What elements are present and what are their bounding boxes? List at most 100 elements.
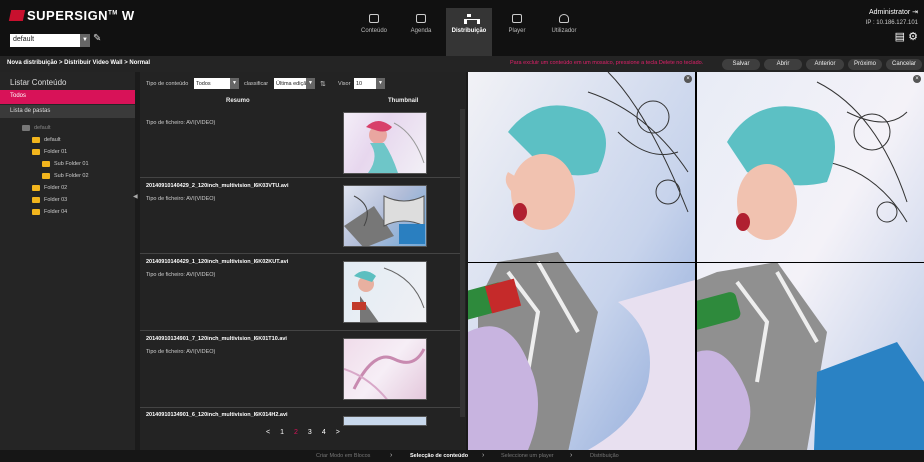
content-sidebar: Listar Conteúdo Todos Lista de pastas de… — [0, 72, 135, 450]
tree-item-subfolder01[interactable]: Sub Folder 01 — [42, 159, 89, 168]
thumbnail-art — [352, 267, 425, 322]
folder-icon — [32, 148, 40, 155]
thumbnail-art — [366, 121, 425, 173]
folder-open-icon — [22, 124, 30, 131]
user-info: Administrator ⇥ IP : 10.186.127.101 ▤ ⚙ — [866, 8, 918, 43]
wall-tile-1[interactable]: × — [468, 72, 695, 450]
page-next[interactable]: > — [336, 429, 340, 436]
group-select[interactable]: default — [10, 34, 90, 47]
collapse-arrow-icon[interactable]: ◀ — [133, 193, 138, 203]
step-select-content: Selecção de conteúdo — [410, 453, 469, 459]
step-create-tile: Criar Modo em Blocos — [316, 453, 371, 459]
nav-user-label: Utilizador — [551, 28, 577, 34]
chevron-right-icon: › — [570, 452, 573, 459]
tree-item-subfolder02[interactable]: Sub Folder 02 — [42, 171, 89, 180]
document-icon[interactable]: ▤ — [895, 31, 905, 43]
tree-item-folder02[interactable]: Folder 02 — [32, 183, 67, 192]
tree-root[interactable]: default — [22, 123, 51, 132]
nav-content[interactable]: Conteúdo — [352, 8, 396, 48]
file-type: Tipo de ficheiro: AVI(VIDEO) — [146, 120, 216, 126]
folder-icon — [32, 136, 40, 143]
file-type: Tipo de ficheiro: AVI(VIDEO) — [146, 196, 216, 202]
tree-label: Sub Folder 01 — [54, 160, 89, 167]
tab-folder-list[interactable]: Lista de pastas — [0, 105, 135, 118]
list-item[interactable]: 20140910140429_1_120inch_multivision_I6K… — [140, 255, 460, 331]
nav-user[interactable]: Utilizador — [542, 8, 586, 48]
step-select-player: Seleccione um player — [501, 453, 554, 459]
list-header: Resumo Thumbnail — [140, 98, 466, 108]
user-icon — [559, 14, 569, 23]
folder-icon — [32, 196, 40, 203]
nav-distribution[interactable]: Distribuição — [446, 8, 492, 56]
tree-item-folder01[interactable]: Folder 01 — [32, 147, 67, 156]
thumbnail-art — [344, 195, 425, 246]
tree-label: default — [44, 136, 61, 143]
sidebar-title: Listar Conteúdo — [10, 78, 67, 87]
video-thumbnail — [343, 185, 427, 247]
save-button[interactable]: Salvar — [722, 59, 760, 70]
folder-icon — [42, 172, 50, 179]
page-4[interactable]: 4 — [322, 429, 326, 436]
page-3[interactable]: 3 — [308, 429, 312, 436]
next-button[interactable]: Próximo — [848, 59, 882, 70]
nav-player[interactable]: Player — [495, 8, 539, 48]
cancel-button[interactable]: Cancelar — [886, 59, 922, 70]
tree-label: default — [34, 124, 51, 131]
logo-suffix: W — [121, 8, 135, 23]
player-icon — [512, 14, 522, 23]
close-icon[interactable]: × — [684, 75, 692, 83]
page-1[interactable]: 1 — [280, 429, 284, 436]
sort-select[interactable]: Última ediçã — [274, 78, 306, 89]
gear-icon[interactable]: ⚙ — [908, 31, 918, 43]
sort-order-icon[interactable]: ⇅ — [320, 80, 326, 88]
chevron-down-icon[interactable]: ▼ — [376, 78, 385, 89]
nav-agenda[interactable]: Agenda — [399, 8, 443, 48]
file-name: 20140910140429_2_120inch_multivision_I6K… — [146, 183, 289, 189]
list-scrollbar[interactable] — [460, 109, 465, 417]
col-thumbnail: Thumbnail — [388, 98, 419, 104]
open-button[interactable]: Abrir — [764, 59, 802, 70]
tile-image — [697, 72, 924, 450]
logo-text: SUPERSIGN — [27, 8, 109, 23]
tab-all[interactable]: Todos — [0, 90, 135, 104]
logout-icon[interactable]: ⇥ — [912, 9, 918, 16]
close-icon[interactable]: × — [913, 75, 921, 83]
video-thumbnail — [343, 416, 427, 426]
file-name: 20140910134901_7_120inch_multivision_I6K… — [146, 336, 287, 342]
previous-button[interactable]: Anterior — [806, 59, 844, 70]
folder-icon — [42, 160, 50, 167]
tree-item-folder03[interactable]: Folder 03 — [32, 195, 67, 204]
view-count-select[interactable]: 10 — [354, 78, 376, 89]
tree-item-folder04[interactable]: Folder 04 — [32, 207, 67, 216]
top-header: SUPERSIGNTM W default ▼ ✎ Conteúdo Agend… — [0, 0, 924, 56]
chevron-down-icon[interactable]: ▼ — [80, 34, 90, 47]
page-prev[interactable]: < — [266, 429, 270, 436]
video-thumbnail — [343, 338, 427, 400]
list-item[interactable]: 20140910140429_2_120inch_multivision_I6K… — [140, 179, 460, 254]
tree-label: Folder 03 — [44, 196, 68, 203]
content-icon — [369, 14, 379, 23]
list-item[interactable]: 20140910134901_7_120inch_multivision_I6K… — [140, 332, 460, 408]
col-summary: Resumo — [226, 98, 250, 104]
page-2[interactable]: 2 — [294, 429, 298, 436]
step-distribution: Distribuição — [590, 453, 619, 459]
chevron-right-icon: › — [482, 452, 485, 459]
list-item[interactable]: Tipo de ficheiro: AVI(VIDEO) — [140, 110, 460, 178]
file-name: 20140910140429_1_120inch_multivision_I6K… — [146, 259, 289, 265]
content-list: Tipo de conteúdo Todos ▼ classificar Últ… — [140, 72, 466, 450]
logo-tm: TM — [108, 10, 118, 17]
edit-icon[interactable]: ✎ — [93, 33, 101, 44]
list-item[interactable]: 20140910134901_6_120inch_multivision_I6K… — [140, 409, 460, 427]
username: Administrator — [868, 9, 911, 16]
chevron-down-icon[interactable]: ▼ — [230, 78, 239, 89]
action-bar: Nova distribuição > Distribuir Video Wal… — [0, 56, 924, 72]
ip-address: IP : 10.186.127.101 — [865, 20, 918, 26]
tree-item-default[interactable]: default — [32, 135, 61, 144]
type-filter-select[interactable]: Todos — [194, 78, 230, 89]
thumbnail-art — [344, 348, 426, 399]
wall-tile-2[interactable]: × — [697, 72, 924, 450]
supersign-logo: SUPERSIGNTM W — [8, 8, 135, 23]
breadcrumb: Nova distribuição > Distribuir Video Wal… — [7, 60, 151, 66]
file-type: Tipo de ficheiro: AVI(VIDEO) — [146, 272, 216, 278]
chevron-down-icon[interactable]: ▼ — [306, 78, 315, 89]
